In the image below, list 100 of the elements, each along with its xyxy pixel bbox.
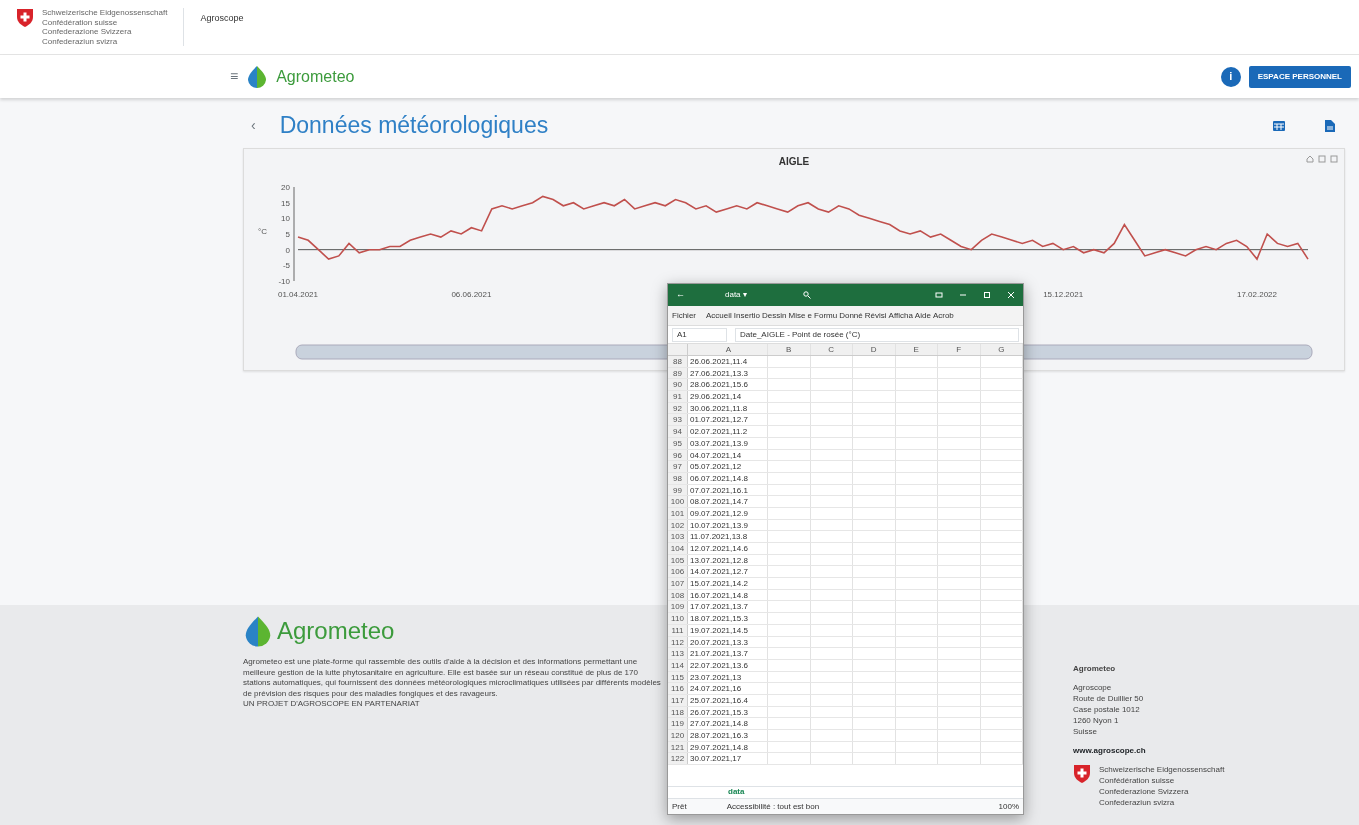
y-tick-label: 10 <box>281 213 290 223</box>
table-cell: 10.07.2021,13.9 <box>688 519 768 531</box>
row-number[interactable]: 116 <box>668 683 688 694</box>
confederation-text: Schweizerische Eidgenossenschaft <box>1099 764 1225 775</box>
column-header[interactable]: D <box>853 344 896 355</box>
table-cell: 25.07.2021,16.4 <box>688 694 768 706</box>
table-cell: 03.07.2021,13.9 <box>688 437 768 449</box>
confederation-text: Confederazione Svizzera <box>1099 786 1190 797</box>
row-number[interactable]: 96 <box>668 449 688 461</box>
table-cell: 15.07.2021,14.2 <box>688 578 768 589</box>
table-cell: 26.06.2021,11.4 <box>688 356 768 367</box>
row-number[interactable]: 106 <box>668 566 688 578</box>
row-number[interactable]: 122 <box>668 753 688 765</box>
row-number[interactable]: 93 <box>668 414 688 426</box>
ribbon-tab[interactable]: Afficha <box>888 309 913 322</box>
maximize-icon[interactable] <box>983 291 991 299</box>
row-number[interactable]: 88 <box>668 356 688 367</box>
row-number[interactable]: 95 <box>668 437 688 449</box>
table-cell: 20.07.2021,13.3 <box>688 636 768 648</box>
column-header[interactable]: C <box>810 344 853 355</box>
row-number[interactable]: 90 <box>668 379 688 391</box>
row-number[interactable]: 109 <box>668 601 688 613</box>
row-number[interactable]: 108 <box>668 589 688 601</box>
table-cell: 05.07.2021,12 <box>688 461 768 472</box>
agrometeo-logo-icon <box>243 614 273 648</box>
page-title: Données météorologiques <box>279 112 549 140</box>
table-cell: 14.07.2021,12.7 <box>688 566 768 578</box>
row-number[interactable]: 117 <box>668 694 688 706</box>
ribbon-tab[interactable]: Fichier <box>672 309 696 322</box>
column-header[interactable]: G <box>980 344 1023 355</box>
ribbon-tab[interactable]: Acrob <box>932 309 954 322</box>
accessibility-status[interactable]: Accessibilité : tout est bon <box>726 800 820 813</box>
table-cell: 04.07.2021,14 <box>688 449 768 461</box>
close-icon[interactable] <box>1007 291 1015 299</box>
row-number[interactable]: 105 <box>668 554 688 566</box>
row-number[interactable]: 98 <box>668 472 688 484</box>
ribbon-tab[interactable]: Accueil <box>706 309 732 322</box>
table-cell: 23.07.2021,13 <box>688 671 768 683</box>
swiss-shield-icon <box>1073 764 1091 784</box>
row-number[interactable]: 92 <box>668 402 688 414</box>
ribbon-tab[interactable]: Donné <box>839 309 863 322</box>
formula-field[interactable]: Date_AIGLE - Point de rosée (°C) <box>735 327 1019 342</box>
agrometeo-logo-icon <box>246 64 269 89</box>
table-icon <box>1273 120 1285 131</box>
file-name[interactable]: data ▾ <box>725 289 747 301</box>
row-number[interactable]: 101 <box>668 507 688 519</box>
table-cell: 28.06.2021,15.6 <box>688 379 768 391</box>
status-text: Prêt <box>672 800 687 813</box>
table-cell: 01.07.2021,12.7 <box>688 414 768 426</box>
row-number[interactable]: 110 <box>668 613 688 624</box>
brand-name: Agrometeo <box>276 66 355 87</box>
row-number[interactable]: 119 <box>668 718 688 729</box>
row-number[interactable]: 111 <box>668 624 688 636</box>
y-tick-label: 0 <box>285 245 290 255</box>
home-icon[interactable] <box>1306 154 1314 163</box>
ribbon-tab[interactable]: Dessin <box>762 309 787 322</box>
partnership-text: UN PROJET D'AGROSCOPE EN PARTENARIAT <box>243 699 421 710</box>
row-number[interactable]: 94 <box>668 426 688 437</box>
row-number[interactable]: 91 <box>668 391 688 402</box>
row-number[interactable]: 89 <box>668 367 688 379</box>
row-number[interactable]: 113 <box>668 648 688 659</box>
ribbon-tab[interactable]: Aide <box>914 309 931 322</box>
name-box[interactable]: A1 <box>672 327 727 342</box>
column-header[interactable]: A <box>688 344 768 355</box>
confederation-text: Confédération suisse <box>42 17 119 27</box>
row-number[interactable]: 118 <box>668 706 688 718</box>
ribbon-tab[interactable]: Révisi <box>864 309 887 322</box>
ribbon-tab[interactable]: Formu <box>814 309 838 322</box>
menu-button[interactable]: ≡ <box>230 66 239 87</box>
row-number[interactable]: 100 <box>668 496 688 507</box>
table-cell: 12.07.2021,14.6 <box>688 543 768 554</box>
row-number[interactable]: 97 <box>668 461 688 472</box>
back-arrow-button[interactable]: ← <box>676 288 685 302</box>
row-number[interactable]: 107 <box>668 578 688 589</box>
column-header[interactable]: F <box>938 344 981 355</box>
row-number[interactable]: 104 <box>668 543 688 554</box>
address-line: Route de Duillier 50 <box>1073 693 1145 704</box>
swiss-shield-icon <box>16 8 34 28</box>
x-tick-label: 15.12.2021 <box>1043 289 1084 299</box>
back-button[interactable]: ‹ <box>251 115 256 137</box>
row-number[interactable]: 121 <box>668 741 688 753</box>
row-number[interactable]: 114 <box>668 659 688 671</box>
table-cell: 18.07.2021,15.3 <box>688 613 768 624</box>
row-number[interactable]: 103 <box>668 531 688 542</box>
table-cell: 24.07.2021,16 <box>688 683 768 694</box>
table-cell: 02.07.2021,11.2 <box>688 426 768 437</box>
ribbon-tab[interactable]: Mise e <box>788 309 813 322</box>
table-cell: 27.07.2021,14.8 <box>688 718 768 729</box>
column-header[interactable]: B <box>768 344 811 355</box>
website-link[interactable]: www.agroscope.ch <box>1073 745 1225 756</box>
row-number[interactable]: 99 <box>668 484 688 496</box>
row-number[interactable]: 102 <box>668 519 688 531</box>
row-number[interactable]: 112 <box>668 636 688 648</box>
account-button[interactable]: ESPACE PERSONNEL <box>1248 65 1351 88</box>
ribbon-tab[interactable]: Insertio <box>733 309 761 322</box>
minimize-icon[interactable] <box>959 291 967 299</box>
row-number[interactable]: 120 <box>668 730 688 741</box>
column-header[interactable]: E <box>895 344 938 355</box>
row-number[interactable]: 115 <box>668 671 688 683</box>
info-button[interactable]: i <box>1220 66 1241 87</box>
